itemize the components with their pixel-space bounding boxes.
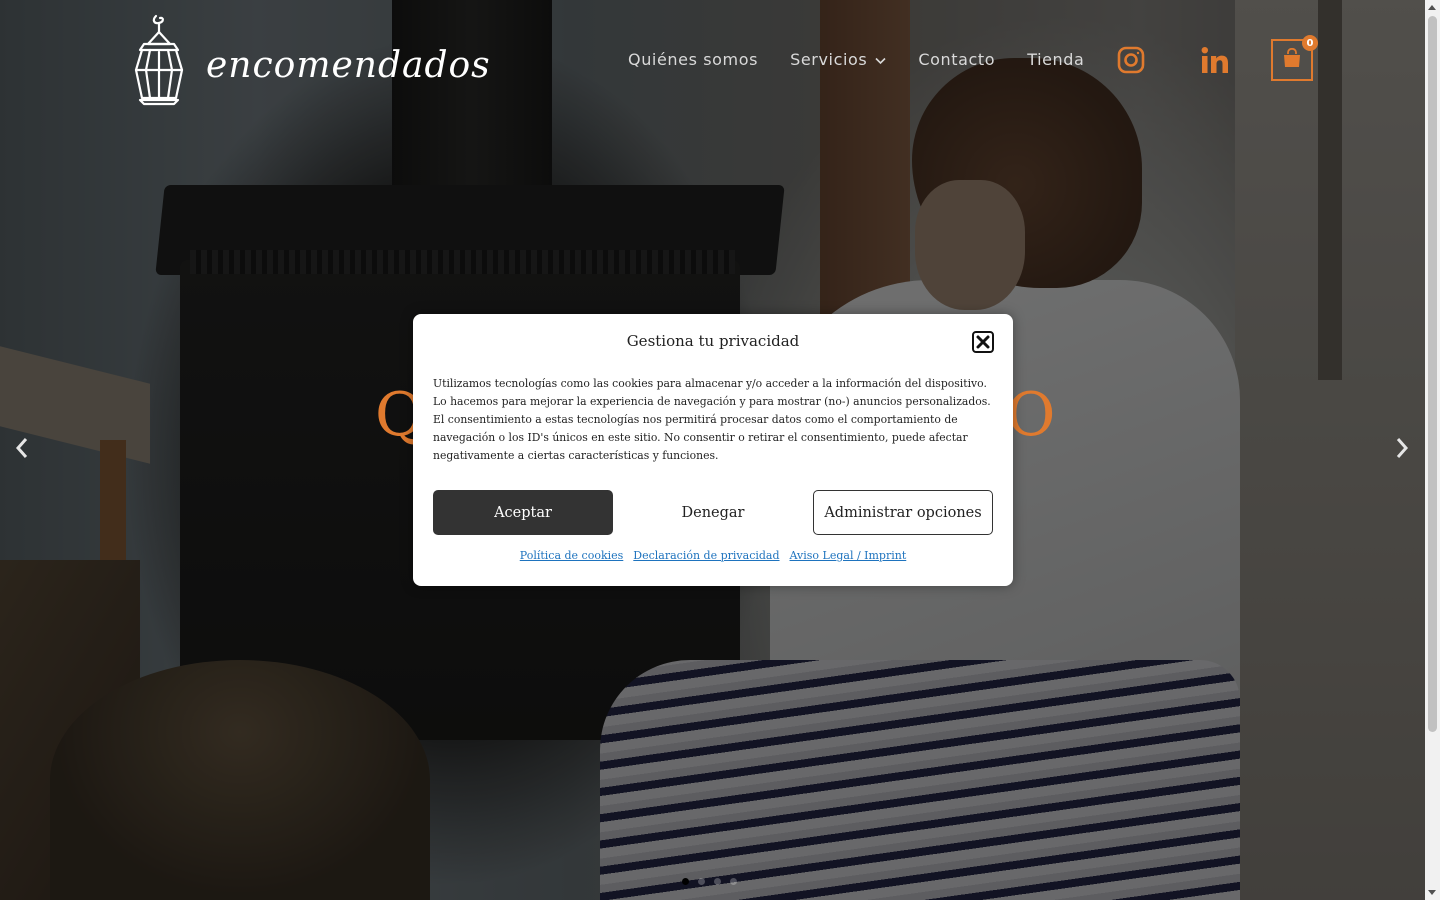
- deny-button[interactable]: Denegar: [623, 490, 803, 535]
- close-icon: [972, 331, 994, 357]
- shopping-bag-icon: [1282, 47, 1302, 73]
- slider-dot[interactable]: [682, 878, 689, 885]
- legal-notice-link[interactable]: Aviso Legal / Imprint: [790, 549, 907, 562]
- cookie-policy-link[interactable]: Política de cookies: [520, 549, 624, 562]
- slider-prev-button[interactable]: [9, 437, 35, 463]
- instagram-icon: [1117, 46, 1145, 78]
- instagram-link[interactable]: [1117, 46, 1145, 79]
- dialog-title: Gestiona tu privacidad: [626, 332, 800, 350]
- linkedin-icon: [1201, 47, 1229, 78]
- site-header: encomendados Quiénes somos Servicios Con…: [0, 0, 1425, 120]
- cart-button[interactable]: 0: [1271, 35, 1318, 81]
- site-logo[interactable]: encomendados: [126, 14, 491, 111]
- slider-next-button[interactable]: [1389, 437, 1415, 463]
- scrollbar-thumb[interactable]: [1428, 16, 1437, 732]
- dialog-message: Utilizamos tecnologías como las cookies …: [433, 377, 991, 462]
- slider-dot[interactable]: [730, 878, 737, 885]
- dialog-links: Política de cookies Declaración de priva…: [413, 549, 1013, 562]
- scroll-down-arrow-icon[interactable]: [1428, 890, 1436, 895]
- nav-item-label: Servicios: [790, 50, 868, 69]
- cookie-consent-dialog: Gestiona tu privacidad Utilizamos tecnol…: [413, 314, 1013, 586]
- nav-item-label: Quiénes somos: [628, 50, 759, 69]
- nav-item-quienes-somos[interactable]: Quiénes somos: [628, 50, 758, 69]
- nav-item-label: Contacto: [918, 50, 996, 69]
- slider-dots: [682, 878, 737, 885]
- slider-dot[interactable]: [698, 878, 705, 885]
- accept-button[interactable]: Aceptar: [433, 490, 613, 535]
- nav-item-servicios[interactable]: Servicios: [790, 50, 886, 69]
- scroll-up-arrow-icon[interactable]: [1428, 5, 1436, 10]
- privacy-statement-link[interactable]: Declaración de privacidad: [633, 549, 779, 562]
- page-scrollbar[interactable]: [1425, 0, 1440, 900]
- nav-item-label: Tienda: [1027, 50, 1085, 69]
- main-nav: Quiénes somos Servicios Contacto Tienda: [628, 50, 1116, 69]
- linkedin-link[interactable]: [1201, 46, 1229, 79]
- chevron-down-icon: [875, 50, 886, 69]
- lantern-icon: [126, 14, 192, 111]
- nav-item-contacto[interactable]: Contacto: [918, 50, 995, 69]
- close-button[interactable]: [972, 331, 994, 353]
- cart-count-badge: 0: [1302, 35, 1318, 51]
- manage-options-button[interactable]: Administrar opciones: [813, 490, 993, 535]
- chevron-left-icon: [15, 437, 29, 464]
- chevron-right-icon: [1395, 437, 1409, 464]
- slider-dot[interactable]: [714, 878, 721, 885]
- hero-heading-right: O: [1006, 380, 1055, 450]
- nav-item-tienda[interactable]: Tienda: [1027, 50, 1084, 69]
- logo-text: encomendados: [206, 45, 491, 86]
